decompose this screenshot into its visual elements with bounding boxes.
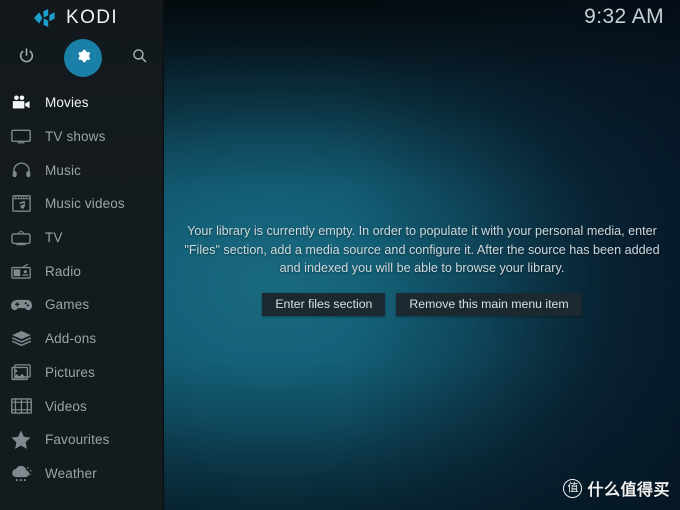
kodi-logo-icon <box>34 9 56 27</box>
search-icon <box>131 47 148 69</box>
tv-antenna-icon <box>8 227 34 249</box>
sidebar-item-weather[interactable]: Weather <box>0 457 164 491</box>
sidebar-item-music[interactable]: Music <box>0 153 164 187</box>
star-icon <box>8 429 34 451</box>
music-video-icon <box>8 193 34 215</box>
sidebar-item-label: Music <box>45 162 82 178</box>
headphones-icon <box>8 159 34 181</box>
sidebar-item-label: Radio <box>45 263 82 279</box>
sidebar: KODI Movies TV shows Music Music videos … <box>0 0 164 510</box>
power-button[interactable] <box>7 39 45 77</box>
empty-library-panel: Your library is currently empty. In orde… <box>181 222 663 316</box>
sidebar-item-add-ons[interactable]: Add-ons <box>0 322 164 356</box>
settings-button[interactable] <box>64 39 102 77</box>
clock: 9:32 AM <box>584 5 664 28</box>
watermark: 值 什么值得买 <box>563 476 670 500</box>
tv-monitor-icon <box>8 126 34 148</box>
film-strip-icon <box>8 395 34 417</box>
sidebar-item-label: Games <box>45 297 90 313</box>
sidebar-item-label: Add-ons <box>45 331 97 347</box>
main-content: Your library is currently empty. In orde… <box>164 0 680 510</box>
radio-icon <box>8 260 34 282</box>
sidebar-menu: Movies TV shows Music Music videos TV Ra… <box>0 86 164 490</box>
sidebar-item-tv-shows[interactable]: TV shows <box>0 120 164 154</box>
empty-library-message: Your library is currently empty. In orde… <box>184 224 660 276</box>
remove-main-menu-item-button[interactable]: Remove this main menu item <box>396 292 582 316</box>
sidebar-item-label: Weather <box>45 465 97 481</box>
picture-frame-icon <box>8 361 34 383</box>
movie-camera-icon <box>8 92 34 114</box>
app-title: KODI <box>66 7 119 28</box>
sidebar-item-music-videos[interactable]: Music videos <box>0 187 164 221</box>
sidebar-item-label: TV shows <box>45 129 106 145</box>
gamepad-icon <box>8 294 34 316</box>
sidebar-item-label: Movies <box>45 95 89 111</box>
empty-library-actions: Enter files section Remove this main men… <box>181 292 663 316</box>
sidebar-item-tv[interactable]: TV <box>0 221 164 255</box>
sidebar-item-label: Pictures <box>45 364 95 380</box>
enter-files-section-button[interactable]: Enter files section <box>262 292 386 316</box>
kodi-window: 9:32 AM KODI Movies TV shows Music Music… <box>0 0 680 510</box>
sidebar-toolbar <box>0 36 164 80</box>
watermark-badge: 值 <box>563 478 583 498</box>
sidebar-item-label: Music videos <box>45 196 125 212</box>
sidebar-item-label: TV <box>45 230 63 246</box>
cloud-rain-icon <box>8 462 34 484</box>
sidebar-item-label: Favourites <box>45 432 110 448</box>
sidebar-item-favourites[interactable]: Favourites <box>0 423 164 457</box>
sidebar-item-games[interactable]: Games <box>0 288 164 322</box>
sidebar-item-videos[interactable]: Videos <box>0 389 164 423</box>
power-icon <box>18 47 35 69</box>
watermark-text: 什么值得买 <box>587 482 670 499</box>
sidebar-item-label: Videos <box>45 398 87 414</box>
package-box-icon <box>8 328 34 350</box>
sidebar-item-radio[interactable]: Radio <box>0 254 164 288</box>
search-button[interactable] <box>120 39 158 77</box>
sidebar-item-movies[interactable]: Movies <box>0 86 164 120</box>
gear-icon <box>74 47 92 70</box>
app-logo: KODI <box>0 0 164 36</box>
sidebar-item-pictures[interactable]: Pictures <box>0 356 164 390</box>
